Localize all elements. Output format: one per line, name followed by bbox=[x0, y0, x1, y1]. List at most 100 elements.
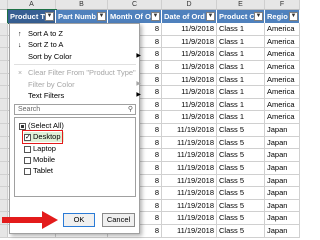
column-letter-c[interactable]: C bbox=[108, 0, 162, 10]
cell-date[interactable]: 11/9/2018 bbox=[162, 48, 217, 61]
cell-region[interactable]: Japan bbox=[265, 161, 300, 175]
row-number[interactable] bbox=[0, 136, 8, 150]
cell-date[interactable]: 11/9/2018 bbox=[162, 35, 217, 49]
cell-date[interactable]: 11/19/2018 bbox=[162, 136, 217, 150]
header-product-class[interactable]: Product Cla ▼ bbox=[217, 10, 265, 23]
filter-dropdown-icon[interactable]: ▼ bbox=[97, 12, 106, 21]
filter-dropdown-icon[interactable]: ▼ bbox=[45, 12, 54, 21]
sort-z-to-a-item[interactable]: ↓ Sort Z to A bbox=[10, 39, 147, 50]
cell-region[interactable]: America bbox=[265, 86, 300, 99]
cell-date[interactable]: 11/9/2018 bbox=[162, 23, 217, 36]
filter-dropdown-icon[interactable]: ▼ bbox=[254, 12, 263, 21]
filter-dropdown-icon[interactable]: ▼ bbox=[151, 12, 160, 21]
cell-class[interactable]: Class 5 bbox=[217, 187, 265, 200]
row-number[interactable] bbox=[0, 98, 8, 112]
cell-date[interactable]: 11/9/2018 bbox=[162, 86, 217, 99]
cell-class[interactable]: Class 5 bbox=[217, 161, 265, 175]
cell-class[interactable]: Class 5 bbox=[217, 124, 265, 137]
cell-region[interactable]: America bbox=[265, 98, 300, 112]
list-item-mobile[interactable]: Mobile bbox=[24, 155, 55, 165]
filter-by-color-item[interactable]: Filter by Color ▶ bbox=[10, 79, 147, 90]
cell-region[interactable]: America bbox=[265, 60, 300, 74]
cell-class[interactable]: Class 1 bbox=[217, 60, 265, 74]
row-number[interactable] bbox=[0, 48, 8, 61]
row-number[interactable] bbox=[0, 161, 8, 175]
ok-button[interactable]: OK bbox=[63, 213, 95, 227]
sort-by-color-item[interactable]: Sort by Color ▶ bbox=[10, 51, 147, 62]
checkbox-unchecked[interactable] bbox=[24, 145, 31, 153]
row-number[interactable] bbox=[0, 60, 8, 74]
sort-a-to-z-item[interactable]: ↑ Sort A to Z bbox=[10, 28, 147, 39]
row-number[interactable] bbox=[0, 149, 8, 162]
cell-date[interactable]: 11/19/2018 bbox=[162, 187, 217, 200]
cell-region[interactable]: Japan bbox=[265, 187, 300, 200]
row-number[interactable] bbox=[0, 35, 8, 49]
text-filters-item[interactable]: Text Filters ▶ bbox=[10, 90, 147, 101]
cell-region[interactable]: Japan bbox=[265, 199, 300, 213]
cell-region[interactable]: Japan bbox=[265, 225, 300, 238]
row-number[interactable] bbox=[0, 187, 8, 200]
column-letter-b[interactable]: B bbox=[56, 0, 108, 10]
cell-class[interactable]: Class 1 bbox=[217, 86, 265, 99]
checkbox-unchecked[interactable] bbox=[24, 167, 31, 175]
checkbox-unchecked[interactable] bbox=[24, 156, 31, 164]
cell-class[interactable]: Class 5 bbox=[217, 199, 265, 213]
filter-dropdown-icon[interactable]: ▼ bbox=[206, 12, 215, 21]
column-letter-d[interactable]: D bbox=[162, 0, 217, 10]
cell-date[interactable]: 11/9/2018 bbox=[162, 98, 217, 112]
cancel-button[interactable]: Cancel bbox=[102, 213, 135, 227]
row-number[interactable] bbox=[0, 111, 8, 125]
search-input[interactable]: Search ⚲ bbox=[14, 104, 136, 115]
select-all-corner[interactable] bbox=[0, 0, 8, 10]
cell-region[interactable]: Japan bbox=[265, 174, 300, 188]
cell-class[interactable]: Class 5 bbox=[217, 136, 265, 150]
cell-date[interactable]: 11/19/2018 bbox=[162, 199, 217, 213]
header-month-of-order[interactable]: Month Of Ord ▼ bbox=[108, 10, 162, 23]
cell-region[interactable]: Japan bbox=[265, 149, 300, 162]
cell-region[interactable]: America bbox=[265, 35, 300, 49]
cell-date[interactable]: 11/9/2018 bbox=[162, 73, 217, 87]
column-letter-a[interactable]: A bbox=[8, 0, 56, 10]
cell-date[interactable]: 11/19/2018 bbox=[162, 174, 217, 188]
cell-class[interactable]: Class 1 bbox=[217, 35, 265, 49]
header-region[interactable]: Regio ▼ bbox=[265, 10, 300, 23]
row-number[interactable] bbox=[0, 23, 8, 36]
cell-class[interactable]: Class 5 bbox=[217, 225, 265, 238]
cell-region[interactable]: America bbox=[265, 23, 300, 36]
header-part-number[interactable]: Part Numb ▼ bbox=[56, 10, 108, 23]
cell-class[interactable]: Class 5 bbox=[217, 212, 265, 226]
cell-region[interactable]: America bbox=[265, 111, 300, 125]
cell-date[interactable]: 11/9/2018 bbox=[162, 60, 217, 74]
row-number[interactable] bbox=[0, 86, 8, 99]
cell-date[interactable]: 11/19/2018 bbox=[162, 149, 217, 162]
list-item-laptop[interactable]: Laptop bbox=[24, 144, 56, 154]
cell-date[interactable]: 11/19/2018 bbox=[162, 161, 217, 175]
list-item-tablet[interactable]: Tablet bbox=[24, 166, 53, 176]
cell-region[interactable]: Japan bbox=[265, 136, 300, 150]
cell-region[interactable]: Japan bbox=[265, 124, 300, 137]
filter-dropdown-icon[interactable]: ▼ bbox=[289, 12, 298, 21]
cell-region[interactable]: Japan bbox=[265, 212, 300, 226]
cell-class[interactable]: Class 1 bbox=[217, 111, 265, 125]
cell-region[interactable]: America bbox=[265, 73, 300, 87]
column-letter-e[interactable]: E bbox=[217, 0, 265, 10]
cell-class[interactable]: Class 5 bbox=[217, 174, 265, 188]
row-number[interactable] bbox=[0, 73, 8, 87]
cell-class[interactable]: Class 1 bbox=[217, 98, 265, 112]
cell-date[interactable]: 11/19/2018 bbox=[162, 225, 217, 238]
column-letter-f[interactable]: F bbox=[265, 0, 300, 10]
cell-region[interactable]: America bbox=[265, 48, 300, 61]
cell-class[interactable]: Class 5 bbox=[217, 149, 265, 162]
clear-filter-item[interactable]: × Clear Filter From "Product Type" bbox=[10, 67, 147, 78]
cell-class[interactable]: Class 1 bbox=[217, 23, 265, 36]
cell-date[interactable]: 11/19/2018 bbox=[162, 212, 217, 226]
header-date-of-order[interactable]: Date of Ord ▼ bbox=[162, 10, 217, 23]
cell-class[interactable]: Class 1 bbox=[217, 48, 265, 61]
row-number[interactable] bbox=[0, 124, 8, 137]
cell-date[interactable]: 11/9/2018 bbox=[162, 111, 217, 125]
cell-class[interactable]: Class 1 bbox=[217, 73, 265, 87]
header-product-type[interactable]: Product Typ ▼ bbox=[7, 9, 57, 24]
checkbox-partial[interactable] bbox=[19, 122, 26, 130]
row-number[interactable] bbox=[0, 174, 8, 188]
cell-date[interactable]: 11/19/2018 bbox=[162, 124, 217, 137]
